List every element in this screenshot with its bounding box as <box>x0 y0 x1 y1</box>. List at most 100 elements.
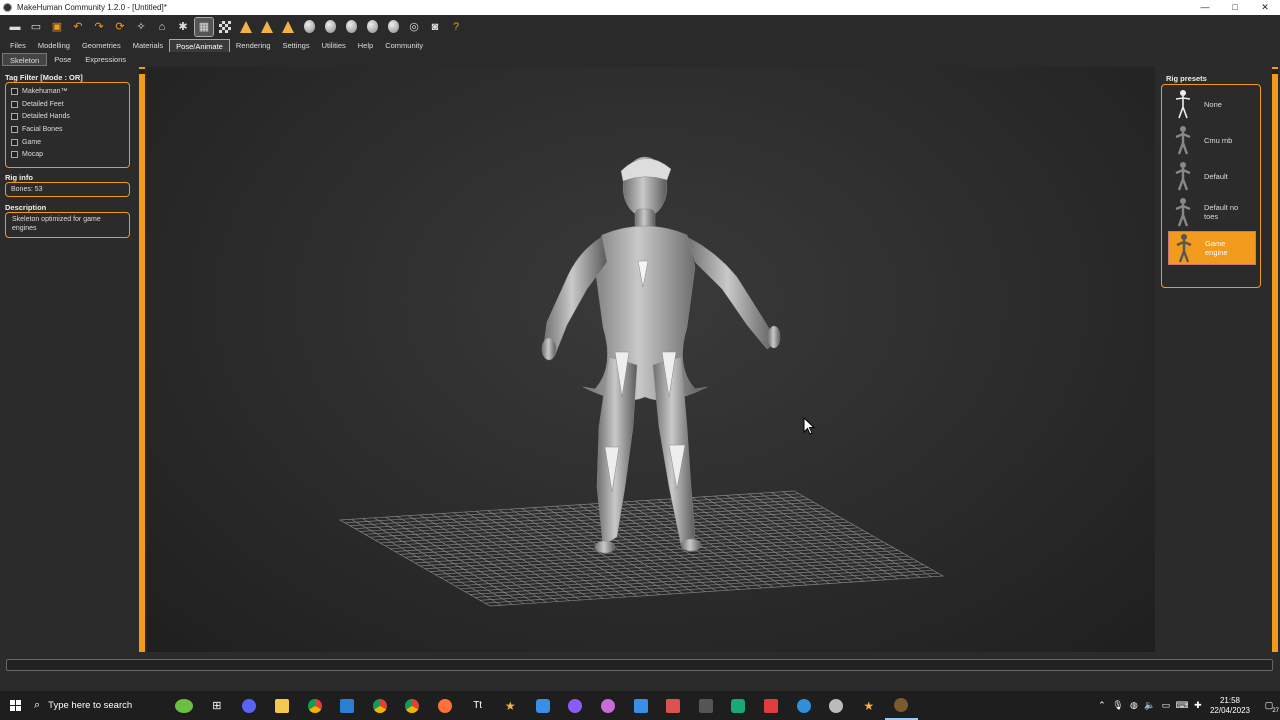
chrome-icon[interactable] <box>364 691 397 720</box>
restore-button[interactable]: □ <box>1220 0 1250 15</box>
battery-icon[interactable]: ▭ <box>1158 700 1174 711</box>
pose-icon[interactable]: ✱ <box>174 18 192 36</box>
start-button[interactable] <box>0 691 30 720</box>
smooth-icon[interactable]: ✧ <box>132 18 150 36</box>
rig-preset-none[interactable]: None <box>1168 87 1256 121</box>
chevron-up-icon[interactable]: ⌃ <box>1094 700 1110 711</box>
chrome-icon[interactable] <box>298 691 331 720</box>
rig-presets-box: None Cmu mb Default Default no toes Game… <box>1161 84 1261 288</box>
tag-filter-item[interactable]: Mocap <box>11 148 124 161</box>
edge-icon[interactable] <box>787 691 820 720</box>
app-icon[interactable] <box>527 691 560 720</box>
right-panel: Rig presets None Cmu mb Default Default … <box>1155 67 1270 652</box>
tab-settings[interactable]: Settings <box>276 39 315 52</box>
top-view-icon[interactable] <box>279 18 297 36</box>
redo-icon[interactable]: ↷ <box>90 18 108 36</box>
music-icon[interactable] <box>592 691 625 720</box>
tag-filter-item[interactable]: Game <box>11 136 124 149</box>
network-icon[interactable]: ◍ <box>1126 700 1142 711</box>
grid-icon[interactable]: ▦ <box>194 16 214 37</box>
front-view-icon[interactable] <box>237 18 255 36</box>
checkbox[interactable] <box>11 87 18 95</box>
tab-modelling[interactable]: Modelling <box>32 39 76 52</box>
subtab-skeleton[interactable]: Skeleton <box>2 53 48 66</box>
wireframe-icon[interactable]: ⌂ <box>153 18 171 36</box>
tag-filter-item[interactable]: Detailed Hands <box>11 110 124 123</box>
head-view-icon[interactable] <box>300 18 318 36</box>
subtab-expressions[interactable]: Expressions <box>78 53 133 66</box>
reset-icon[interactable]: ⟳ <box>111 18 129 36</box>
microphone-icon[interactable]: 🎙 <box>1110 700 1126 711</box>
tab-pose-animate[interactable]: Pose/Animate <box>169 39 230 52</box>
tab-community[interactable]: Community <box>379 39 429 52</box>
pose-view-icon[interactable]: ◎ <box>405 18 423 36</box>
help-icon[interactable]: ? <box>447 18 465 36</box>
export-file-icon[interactable]: ▣ <box>48 18 66 36</box>
undo-icon[interactable]: ↶ <box>69 18 87 36</box>
tag-filter-item[interactable]: Facial Bones <box>11 123 124 136</box>
rig-preset-default-no-toes[interactable]: Default no toes <box>1168 195 1256 229</box>
tab-help[interactable]: Help <box>352 39 379 52</box>
new-file-icon[interactable]: ▬ <box>6 18 24 36</box>
material-view-icon[interactable] <box>384 18 402 36</box>
checker-icon[interactable] <box>216 18 234 36</box>
checkbox[interactable] <box>11 125 18 133</box>
language-icon[interactable]: ⌨ <box>1174 700 1190 711</box>
screenshot-icon[interactable]: ◙ <box>426 18 444 36</box>
rig-preset-cmu-mb[interactable]: Cmu mb <box>1168 123 1256 157</box>
tag-filter-item[interactable]: Makehuman™ <box>11 85 124 98</box>
app-icon[interactable] <box>657 691 690 720</box>
makehuman-taskbar-icon[interactable] <box>885 691 918 720</box>
tab-files[interactable]: Files <box>4 39 32 52</box>
discord-icon[interactable] <box>233 691 266 720</box>
rig-preset-game-engine[interactable]: Game engine <box>1168 231 1256 265</box>
left-splitter[interactable] <box>139 67 145 652</box>
firefox-icon[interactable] <box>429 691 462 720</box>
app-tray-icon[interactable]: ✚ <box>1190 700 1206 711</box>
star-app-icon[interactable]: ★ <box>852 691 885 720</box>
hair-view-icon[interactable] <box>342 18 360 36</box>
notification-icon[interactable]: ▢ 27 <box>1258 700 1280 714</box>
weather-widget-icon[interactable] <box>168 691 201 720</box>
body-view-icon[interactable] <box>321 18 339 36</box>
app-icon[interactable] <box>559 691 592 720</box>
side-view-icon[interactable] <box>258 18 276 36</box>
file-explorer-icon[interactable] <box>266 691 299 720</box>
vscode-icon[interactable] <box>331 691 364 720</box>
3d-viewport[interactable] <box>147 67 1155 652</box>
app-icon[interactable] <box>755 691 788 720</box>
checkbox[interactable] <box>11 151 18 159</box>
windows-taskbar: ⌕ Type here to search ⊞ Tt ★ ★ ⌃ 🎙 ◍ 🔈 ▭… <box>0 691 1280 720</box>
main-toolbar: ▬ ▭ ▣ ↶ ↷ ⟳ ✧ ⌂ ✱ ▦ ◎ ◙ ? <box>0 15 1280 38</box>
tab-utilities[interactable]: Utilities <box>316 39 352 52</box>
rig-preset-default[interactable]: Default <box>1168 159 1256 193</box>
tab-rendering[interactable]: Rendering <box>230 39 277 52</box>
clock[interactable]: 21:58 22/04/2023 <box>1210 696 1250 716</box>
subtab-pose[interactable]: Pose <box>47 53 78 66</box>
taskbar-search[interactable]: ⌕ Type here to search <box>30 691 168 720</box>
app-icon[interactable] <box>722 691 755 720</box>
task-view-icon[interactable]: ⊞ <box>201 691 234 720</box>
star-app-icon[interactable]: ★ <box>494 691 527 720</box>
skin-view-icon[interactable] <box>363 18 381 36</box>
app-icon[interactable] <box>820 691 853 720</box>
app-icon[interactable] <box>690 691 723 720</box>
checkbox[interactable] <box>11 100 18 108</box>
save-file-icon[interactable]: ▭ <box>27 18 45 36</box>
checkbox[interactable] <box>11 113 18 121</box>
ground-grid <box>338 490 945 607</box>
tab-materials[interactable]: Materials <box>127 39 169 52</box>
volume-icon[interactable]: 🔈 <box>1142 700 1158 711</box>
right-splitter[interactable] <box>1272 67 1278 652</box>
close-button[interactable]: ✕ <box>1250 0 1280 15</box>
photos-icon[interactable] <box>624 691 657 720</box>
tag-filter-item[interactable]: Detailed Feet <box>11 98 124 111</box>
window-title: MakeHuman Community 1.2.0 - [Untitled]* <box>17 3 167 12</box>
tag-filter-box: Makehuman™ Detailed Feet Detailed Hands … <box>5 82 130 168</box>
text-editor-icon[interactable]: Tt <box>461 691 494 720</box>
chrome-icon[interactable] <box>396 691 429 720</box>
main-tabs: Files Modelling Geometries Materials Pos… <box>0 38 1280 52</box>
tab-geometries[interactable]: Geometries <box>76 39 127 52</box>
checkbox[interactable] <box>11 138 18 146</box>
minimize-button[interactable]: — <box>1190 0 1220 15</box>
